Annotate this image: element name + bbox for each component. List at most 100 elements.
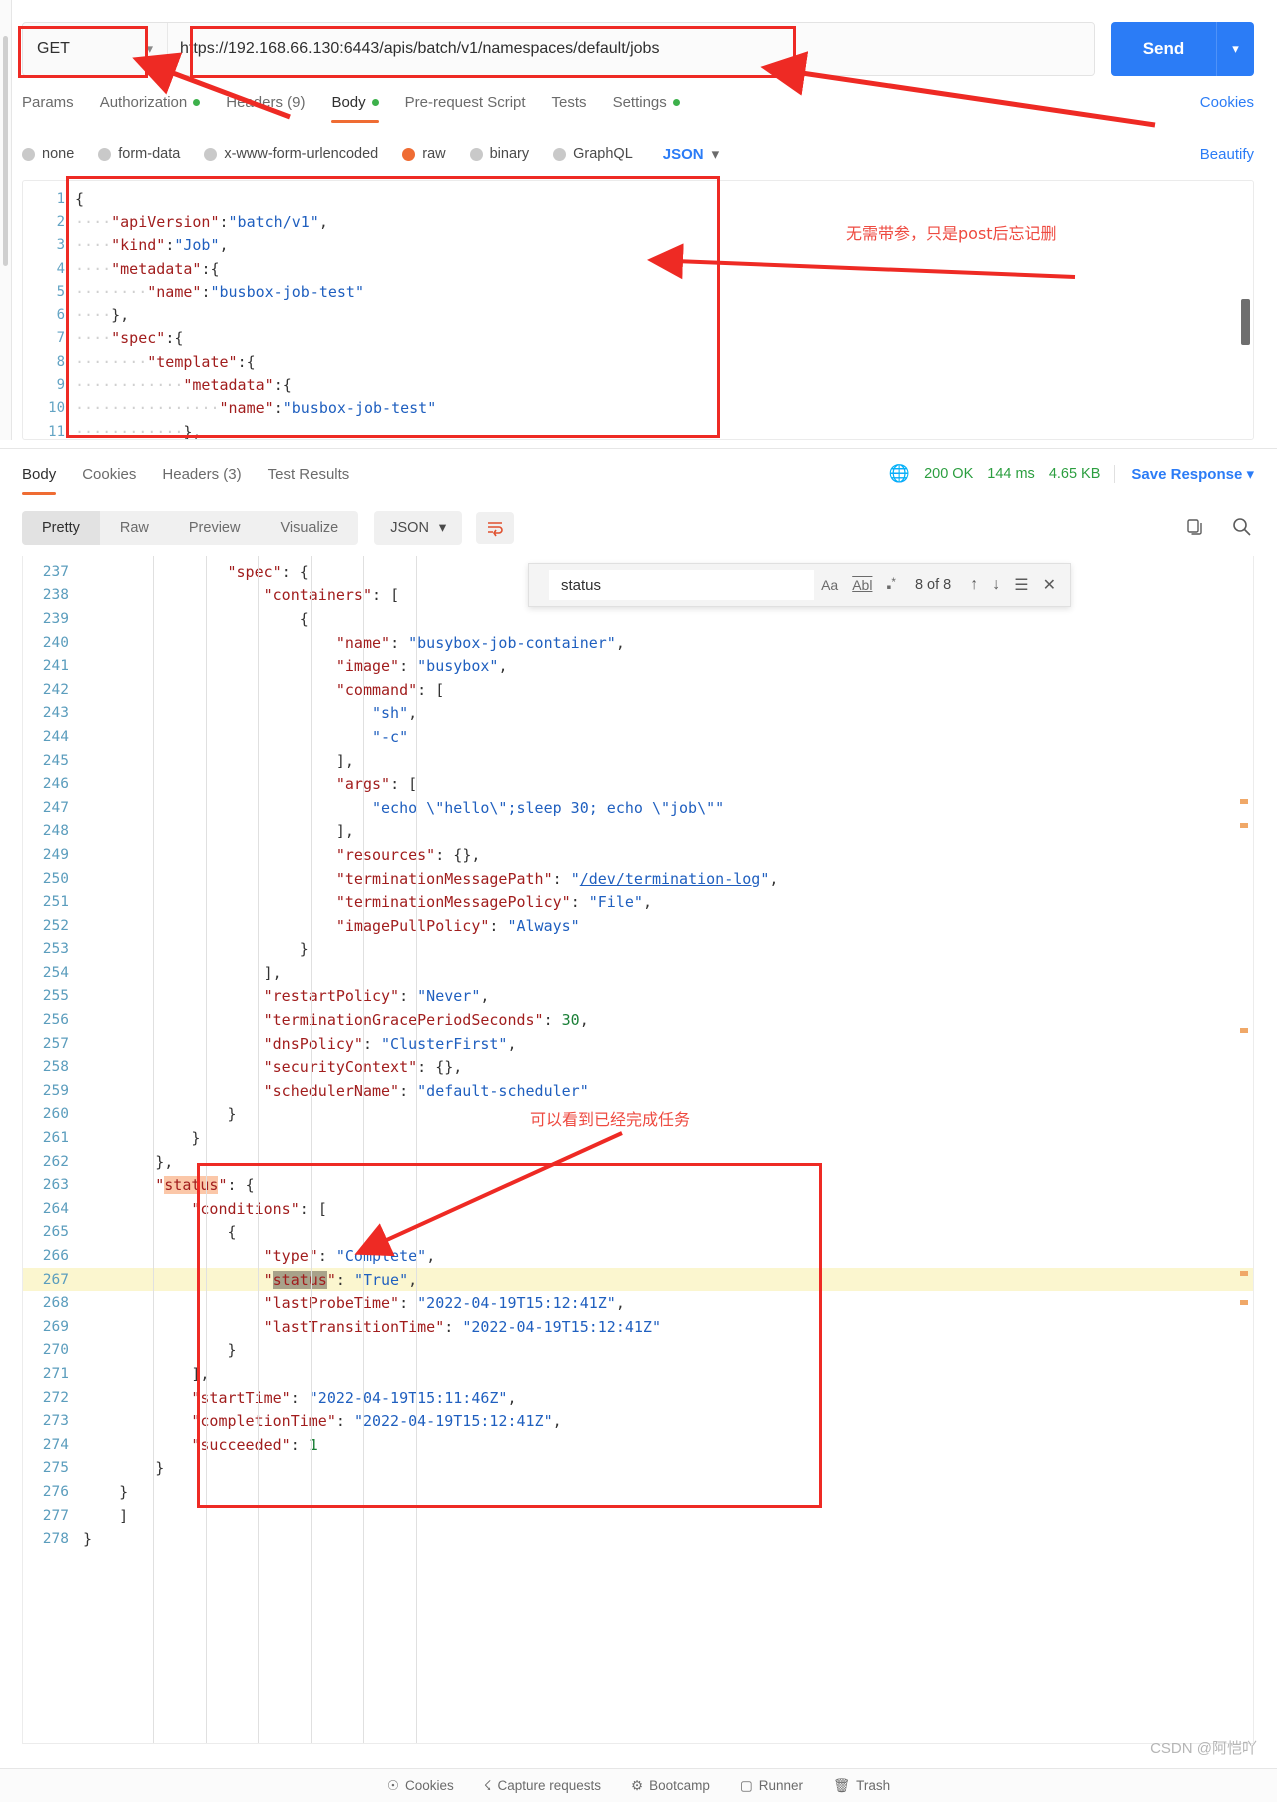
response-toolbar: Pretty Raw Preview Visualize JSON ▾: [22, 508, 1254, 548]
footer-runner[interactable]: ▢ Runner: [740, 1778, 803, 1794]
body-type-graphql[interactable]: GraphQL: [553, 146, 633, 162]
chevron-down-icon: ▾: [711, 146, 720, 163]
arrow-up-icon[interactable]: ↑: [963, 576, 985, 594]
line-number: 251: [42, 894, 69, 911]
send-options-button[interactable]: ▾: [1216, 22, 1254, 76]
line-code: "status": {: [155, 1176, 255, 1195]
line-code: ]: [119, 1506, 129, 1525]
response-code-line: 270 }: [23, 1339, 1253, 1363]
tab-tests[interactable]: Tests: [552, 94, 587, 121]
response-tab-test-results[interactable]: Test Results: [268, 466, 350, 493]
line-number: 252: [42, 917, 69, 934]
search-match-marker: [1240, 1028, 1248, 1033]
line-code: "lastTransitionTime": "2022-04-19T15:12:…: [263, 1317, 661, 1336]
find-input-wrap[interactable]: [549, 570, 815, 600]
raw-format-select[interactable]: JSON ▾: [663, 145, 720, 164]
request-panel-scrollbar[interactable]: [3, 36, 8, 266]
send-button[interactable]: Send: [1111, 22, 1216, 76]
tab-params[interactable]: Params: [22, 94, 74, 121]
cookies-link[interactable]: Cookies: [1200, 94, 1254, 111]
footer-cookies[interactable]: ☉ Cookies: [387, 1778, 454, 1794]
line-number: 254: [42, 964, 69, 981]
save-response-button[interactable]: Save Response ▾: [1114, 465, 1254, 483]
line-number: 265: [42, 1224, 69, 1241]
line-number: 253: [42, 941, 69, 958]
line-code: "succeeded": 1: [191, 1435, 318, 1454]
body-type-none[interactable]: none: [22, 146, 74, 162]
tab-pre-request-script[interactable]: Pre-request Script: [405, 94, 526, 121]
tab-body[interactable]: Body: [331, 94, 379, 123]
response-tab-headers[interactable]: Headers (3): [162, 466, 241, 493]
status-dot-icon: [193, 98, 201, 106]
line-code: "restartPolicy": "Never",: [263, 987, 490, 1006]
request-editor-scrollbar[interactable]: [1241, 299, 1250, 345]
beautify-link[interactable]: Beautify: [1200, 146, 1254, 163]
regex-icon[interactable]: ▪*: [879, 576, 903, 595]
view-mode-visualize[interactable]: Visualize: [260, 511, 358, 545]
search-input[interactable]: [559, 575, 805, 595]
response-code-line: 243 "sh",: [23, 702, 1253, 726]
response-code-line: 249 "resources": {},: [23, 843, 1253, 867]
request-code-line: 7 ····"spec":{: [23, 327, 1253, 350]
response-view-modes: Pretty Raw Preview Visualize: [22, 511, 359, 545]
body-type-binary[interactable]: binary: [469, 146, 529, 162]
line-number: 3: [56, 237, 65, 254]
filter-lines-icon[interactable]: ☰: [1007, 575, 1035, 595]
arrow-down-icon[interactable]: ↓: [985, 576, 1007, 594]
line-number: 237: [42, 563, 69, 580]
line-code: }: [227, 1105, 237, 1124]
footer-trash[interactable]: 🗑 Trash: [833, 1778, 890, 1794]
copy-icon[interactable]: [1185, 517, 1205, 540]
body-type-raw[interactable]: raw: [402, 146, 446, 162]
request-body-editor[interactable]: 1{2 ····"apiVersion":"batch/v1", 3 ····"kin…: [22, 180, 1254, 440]
line-code: ················"name":"busbox-job-test": [75, 399, 437, 418]
line-number: 261: [42, 1130, 69, 1147]
response-code-line: 252 "imagePullPolicy": "Always": [23, 914, 1253, 938]
url-text: https://192.168.66.130:6443/apis/batch/v…: [180, 40, 660, 57]
match-case-icon[interactable]: Aa: [814, 577, 845, 593]
response-code-line: 267 "status": "True",: [23, 1267, 1253, 1292]
request-code-line: 3 ····"kind":"Job",: [23, 234, 1253, 257]
line-code: "image": "busybox",: [335, 657, 508, 676]
response-tab-body[interactable]: Body: [22, 466, 57, 495]
line-code: ],: [263, 963, 282, 982]
line-code: {: [227, 1223, 237, 1242]
tab-settings[interactable]: Settings: [613, 94, 680, 121]
view-mode-raw[interactable]: Raw: [100, 511, 169, 545]
line-number: 238: [42, 587, 69, 604]
response-tab-cookies[interactable]: Cookies: [82, 466, 136, 493]
url-input[interactable]: https://192.168.66.130:6443/apis/batch/v…: [168, 23, 1094, 75]
close-icon[interactable]: ✕: [1036, 575, 1070, 595]
footer-bootcamp[interactable]: ⚙ Bootcamp: [631, 1778, 710, 1794]
status-dot-icon: [371, 98, 379, 106]
search-match-marker: [1240, 799, 1248, 804]
request-code-line: 9 ············"metadata":{: [23, 373, 1253, 396]
view-mode-pretty[interactable]: Pretty: [22, 511, 100, 545]
search-icon[interactable]: [1231, 516, 1252, 540]
watermark: CSDN @阿恺吖: [1150, 1740, 1257, 1757]
response-code-line: 240 "name": "busybox-job-container",: [23, 631, 1253, 655]
line-code: "schedulerName": "default-scheduler": [263, 1081, 589, 1100]
response-format-select[interactable]: JSON ▾: [374, 511, 463, 545]
response-code-line: 258 "securityContext": {},: [23, 1055, 1253, 1079]
response-scrollbar[interactable]: [1239, 556, 1251, 1743]
tab-authorization[interactable]: Authorization: [100, 94, 201, 121]
line-number: 2: [56, 213, 65, 230]
line-number: 270: [42, 1342, 69, 1359]
footer-capture-requests[interactable]: ☇ Capture requests: [484, 1778, 601, 1794]
response-body-viewer[interactable]: 237 "spec": {238 "containers": [239 {240…: [22, 556, 1254, 1744]
whole-word-icon[interactable]: Abl: [845, 577, 879, 593]
indent-guide: [153, 556, 154, 1743]
http-method-select[interactable]: GET ▾: [23, 23, 168, 75]
radio-icon: [204, 147, 218, 161]
body-type-urlencoded[interactable]: x-www-form-urlencoded: [204, 146, 378, 162]
line-code: "resources": {},: [335, 845, 481, 864]
tab-label: Pre-request Script: [404, 93, 526, 111]
line-number: 271: [42, 1365, 69, 1382]
line-code: {: [75, 189, 85, 208]
word-wrap-toggle[interactable]: [476, 512, 515, 544]
tab-headers[interactable]: Headers (9): [226, 94, 305, 121]
body-type-form-data[interactable]: form-data: [98, 146, 180, 162]
view-mode-preview[interactable]: Preview: [169, 511, 261, 545]
tab-label: Params: [22, 93, 74, 111]
